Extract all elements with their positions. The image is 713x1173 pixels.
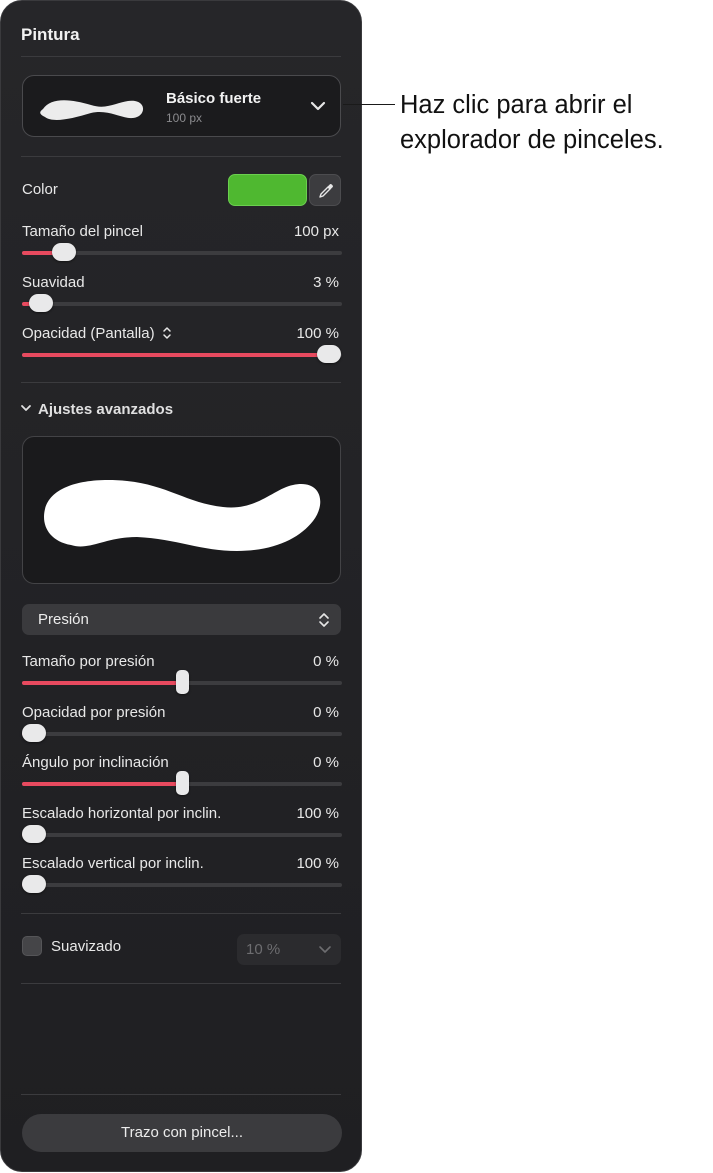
slider-fill	[22, 353, 330, 357]
opacity-mode-selector[interactable]: Opacidad (Pantalla)	[22, 325, 173, 342]
slider-label-opacity: Opacidad (Pantalla)	[22, 325, 155, 342]
slider-knob[interactable]	[22, 875, 46, 893]
slider-label-brush-size: Tamaño del pincel	[22, 223, 143, 240]
brush-size: 100 px	[166, 111, 203, 125]
slider-label-softness: Suavidad	[22, 274, 85, 291]
opacity-pressure-slider[interactable]	[22, 724, 342, 744]
eyedropper-icon	[319, 184, 333, 198]
color-label: Color	[22, 181, 58, 198]
slider-value-horizontal-scale: 100 %	[296, 805, 339, 822]
advanced-settings-label: Ajustes avanzados	[38, 401, 174, 418]
slider-knob[interactable]	[22, 825, 46, 843]
angle-tilt-slider[interactable]	[22, 771, 342, 795]
slider-track	[22, 883, 342, 887]
slider-value-brush-size: 100 px	[293, 223, 339, 240]
divider	[21, 983, 341, 984]
slider-value-softness: 3 %	[313, 274, 339, 291]
horizontal-scale-slider[interactable]	[22, 825, 342, 845]
color-swatch[interactable]	[228, 174, 307, 206]
brush-preview	[22, 436, 341, 584]
brush-browser-button[interactable]: Básico fuerte 100 px	[22, 75, 341, 137]
slider-track	[22, 833, 342, 837]
brush-name: Básico fuerte	[166, 90, 262, 107]
slider-fill	[22, 681, 182, 685]
slider-label-angle-tilt: Ángulo por inclinación	[22, 754, 169, 771]
size-pressure-slider[interactable]	[22, 670, 342, 694]
brush-preview-stroke-icon	[44, 480, 321, 551]
slider-track	[22, 732, 342, 736]
slider-knob[interactable]	[29, 294, 54, 312]
callout-text: Haz clic para abrir el explorador de pin…	[400, 91, 664, 154]
slider-value-opacity: 100 %	[296, 325, 339, 342]
up-down-chevron-icon	[319, 613, 329, 627]
eyedropper-button[interactable]	[309, 174, 341, 206]
opacity-slider[interactable]	[22, 345, 342, 365]
divider	[21, 1094, 341, 1095]
slider-knob[interactable]	[176, 670, 189, 694]
panel-title: Pintura	[21, 25, 80, 44]
chevron-down-icon	[319, 946, 331, 953]
advanced-settings-toggle[interactable]: Ajustes avanzados	[20, 401, 173, 418]
smoothing-amount-select[interactable]: 10 %	[237, 934, 341, 965]
slider-value-angle-tilt: 0 %	[313, 754, 339, 771]
slider-knob[interactable]	[22, 724, 46, 742]
slider-label-size-pressure: Tamaño por presión	[22, 653, 155, 670]
brush-stroke-thumbnail-icon	[40, 100, 144, 120]
smoothing-label: Suavizado	[51, 938, 122, 955]
vertical-scale-slider[interactable]	[22, 875, 342, 895]
slider-knob[interactable]	[176, 771, 189, 795]
slider-knob[interactable]	[51, 243, 76, 261]
chevron-down-icon	[310, 101, 326, 111]
slider-value-opacity-pressure: 0 %	[313, 704, 339, 721]
up-down-chevron-icon	[163, 327, 171, 339]
slider-knob[interactable]	[317, 345, 342, 363]
callout-leader-line	[343, 104, 395, 105]
slider-fill	[22, 782, 182, 786]
divider	[21, 156, 341, 157]
slider-label-vertical-scale: Escalado vertical por inclin.	[22, 855, 204, 872]
slider-track	[22, 302, 342, 306]
chevron-down-icon	[21, 405, 31, 411]
slider-label-opacity-pressure: Opacidad por presión	[22, 704, 166, 721]
pressure-mode-value: Presión	[38, 611, 89, 628]
pressure-mode-select[interactable]: Presión	[22, 604, 341, 635]
stroke-with-brush-button[interactable]: Trazo con pincel...	[22, 1114, 342, 1152]
smoothing-amount-value: 10 %	[246, 941, 281, 958]
divider	[21, 56, 341, 57]
softness-slider[interactable]	[22, 294, 342, 314]
paint-inspector-panel: Pintura Básico fuerte 100 px Color Tamañ…	[0, 0, 362, 1172]
slider-label-horizontal-scale: Escalado horizontal por inclin.	[22, 805, 222, 822]
brush-size-slider[interactable]	[22, 243, 342, 263]
smoothing-checkbox[interactable]	[22, 936, 42, 956]
slider-value-size-pressure: 0 %	[313, 653, 339, 670]
slider-value-vertical-scale: 100 %	[296, 855, 339, 872]
divider	[21, 913, 341, 914]
divider	[21, 382, 341, 383]
